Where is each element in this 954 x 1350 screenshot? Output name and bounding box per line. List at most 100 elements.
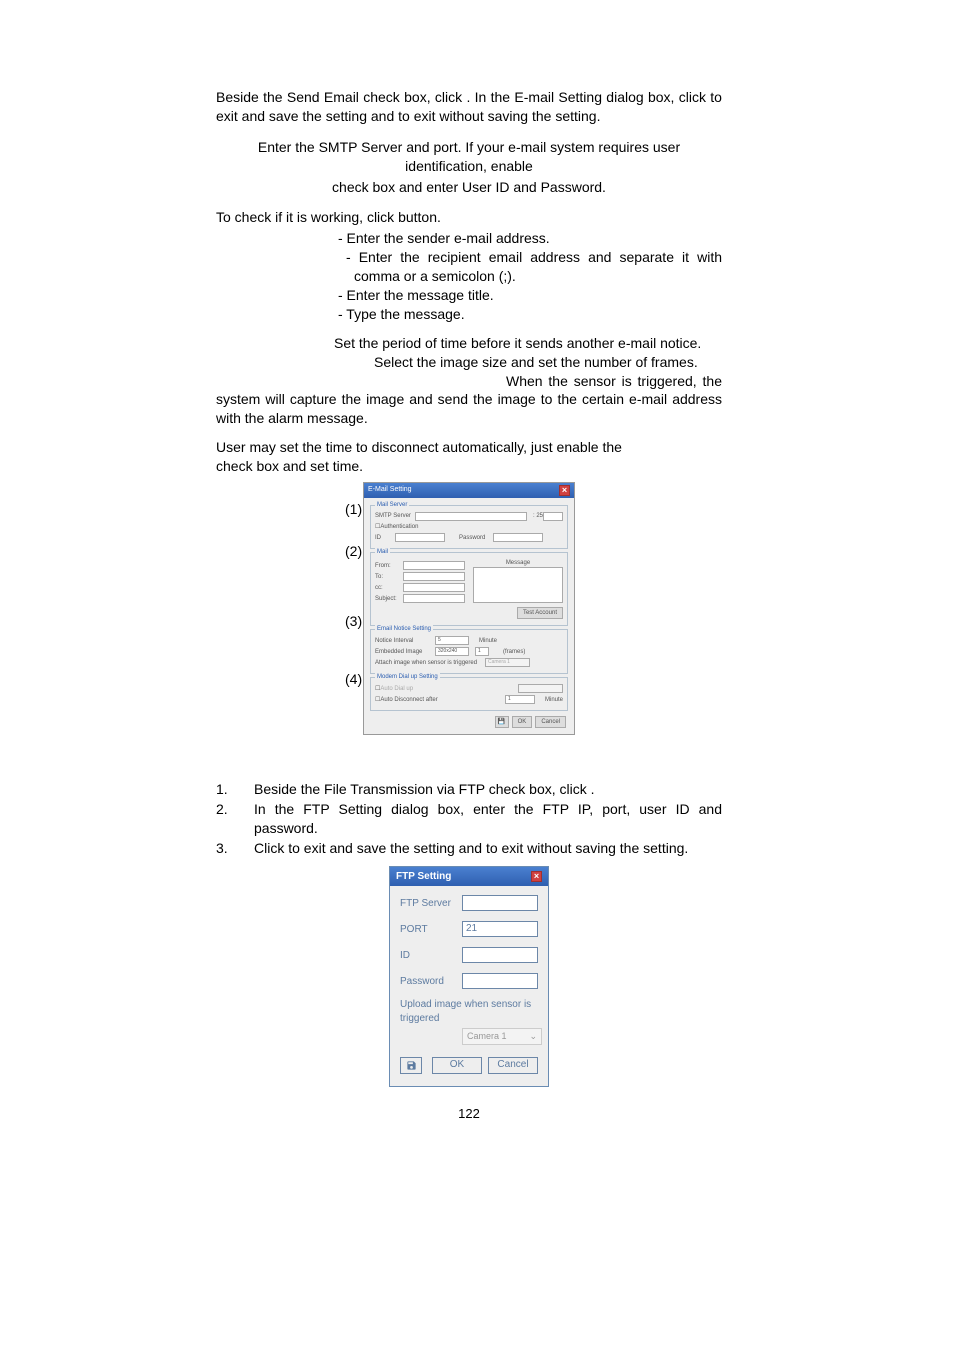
auto-dialup-label[interactable]: Auto Dial up [380,685,413,693]
text: to exit and save the setting and [288,840,486,856]
ftp-step-2: 2. In the FTP Setting dialog box, enter … [216,800,722,838]
step-number: 1. [216,780,254,799]
email-notice-group: Email Notice Setting Notice Interval 5 M… [370,629,568,674]
ftp-port-input[interactable]: 21 [462,921,538,937]
id-label: ID [375,534,395,542]
section4-p2: check box and set time. [216,457,722,476]
message-label: Message [473,559,563,567]
message-textarea[interactable] [473,567,563,603]
text: check box and enter User ID and Password… [332,179,606,195]
from-label: From: [375,562,403,570]
chevron-down-icon: ⌄ [529,1030,537,1042]
frames-select[interactable]: 1 [475,647,489,656]
ftp-step-3: 3. Click to exit and save the setting an… [216,839,722,858]
to-label: To: [375,573,403,581]
text: When the sensor is triggered, the system… [216,373,722,427]
email-dialog-wrapper: (1) (2) (3) (4) E-Mail Setting × Mail Se… [363,482,575,735]
minute-label: Minute [479,637,497,645]
section2-li3: - Enter the message title. [216,286,722,305]
section2-p1: To check if it is working, click button. [216,208,722,227]
text: Click [254,840,288,856]
text: Beside the Send Email check box, click [216,89,466,105]
auto-disconnect-label[interactable]: Auto Disconnect after [380,696,450,704]
smtp-input[interactable] [415,512,527,521]
marker-3: (3) [345,612,362,631]
ftp-ok-button[interactable]: OK [432,1057,482,1074]
ftp-camera-select[interactable]: Camera 1 ⌄ [462,1028,542,1044]
notice-interval-input[interactable]: 5 [435,636,469,645]
modem-dialup-group: Modem Dial up Setting ☐ Auto Dial up ☐ A… [370,677,568,711]
section2-li4: - Type the message. [216,305,722,324]
from-input[interactable] [403,561,465,570]
email-setting-dialog: E-Mail Setting × Mail Server SMTP Server… [363,482,575,735]
ftp-save-icon-button[interactable] [400,1057,422,1074]
legend: Modem Dial up Setting [375,673,440,681]
dialog-body: Mail Server SMTP Server : 25 ☐ Authentic… [364,498,574,734]
auth-checkbox-label[interactable]: Authentication [380,523,418,531]
ftp-server-label: FTP Server [400,897,462,911]
close-icon[interactable]: × [559,485,570,496]
text: Enter the SMTP Server and port. If your … [258,139,680,174]
upload-text: Upload image when sensor is triggered [400,998,538,1025]
text: Beside the File Transmission via FTP che… [254,781,591,797]
id-input[interactable] [395,533,445,542]
mail-server-group: Mail Server SMTP Server : 25 ☐ Authentic… [370,505,568,549]
legend: Mail Server [375,501,409,509]
attach-label: Attach image when sensor is triggered [375,659,485,667]
marker-2: (2) [345,542,362,561]
ok-button[interactable]: OK [512,716,533,728]
page-content: Beside the Send Email check box, click .… [216,88,722,1122]
section1-p2: check box and enter User ID and Password… [216,178,722,197]
section3-p1: Set the period of time before it sends a… [216,334,722,353]
text: In the FTP Setting dialog box, enter the… [254,800,722,838]
ftp-password-input[interactable] [462,973,538,989]
ftp-cancel-button[interactable]: Cancel [488,1057,538,1074]
text: to exit without saving the setting. [486,840,688,856]
save-icon-button[interactable]: 💾 [495,716,509,728]
intro-para: Beside the Send Email check box, click .… [216,88,722,126]
ftp-port-label: PORT [400,923,462,937]
pwd-input[interactable] [493,533,543,542]
ftp-password-label: Password [400,975,462,989]
smtp-label: SMTP Server [375,512,415,520]
mail-group: Mail From: To: cc: Subject: Message [370,552,568,626]
section4-p1: User may set the time to disconnect auto… [216,438,722,457]
port-input[interactable] [543,512,563,521]
ftp-server-input[interactable] [462,895,538,911]
section3-p2: Select the image size and set the number… [216,353,722,372]
disconnect-input[interactable]: 1 [505,695,535,704]
section3-p3: When the sensor is triggered, the system… [216,372,722,429]
ftp-id-label: ID [400,949,462,963]
section2-li2: - Enter the recipient email address and … [216,248,722,286]
text: . [591,781,595,797]
port-label: : 25 [533,512,543,520]
notice-interval-label: Notice Interval [375,637,435,645]
camera-select[interactable]: Camera 1 [485,658,530,667]
legend: Mail [375,548,390,556]
pwd-label: Password [459,534,493,542]
page-number: 122 [216,1105,722,1123]
ftp-setting-dialog: FTP Setting × FTP Server PORT 21 ID Pass… [389,866,549,1087]
cc-input[interactable] [403,583,465,592]
legend: Email Notice Setting [375,625,433,633]
test-account-button[interactable]: Test Account [517,607,563,619]
subject-input[interactable] [403,594,465,603]
disc-minute-label: Minute [545,696,563,704]
subject-label: Subject: [375,595,403,603]
dialog-titlebar: E-Mail Setting × [364,483,574,498]
step-number: 3. [216,839,254,858]
dialog-title-text: FTP Setting [396,870,451,884]
close-icon[interactable]: × [531,871,542,882]
text: To check if it is working, click [216,209,398,225]
to-input[interactable] [403,572,465,581]
marker-4: (4) [345,670,362,689]
text: to exit without saving the setting. [398,108,600,124]
ftp-step-1: 1. Beside the File Transmission via FTP … [216,780,722,799]
floppy-icon [406,1060,417,1071]
cancel-button[interactable]: Cancel [535,716,566,728]
ftp-id-input[interactable] [462,947,538,963]
dialup-select[interactable] [518,684,563,693]
section2-li1: - Enter the sender e-mail address. [216,229,722,248]
text: . In the E-mail Setting dialog box, clic… [466,89,710,105]
embedded-select[interactable]: 320x240 [435,647,469,656]
